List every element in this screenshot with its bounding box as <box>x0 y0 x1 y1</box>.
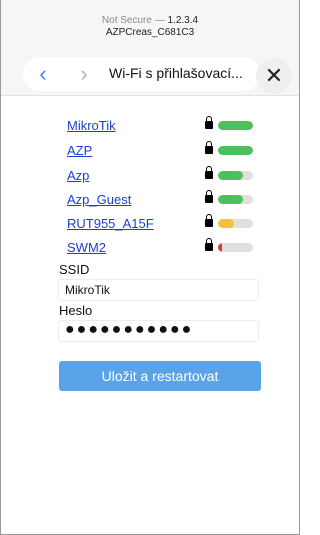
network-name[interactable]: SWM2 <box>67 240 106 256</box>
network-name[interactable]: MikroTik <box>67 118 116 134</box>
lock-icon <box>205 238 213 251</box>
chevron-right-icon[interactable]: › <box>72 60 96 88</box>
signal-bar <box>218 146 253 155</box>
signal-bar <box>218 171 253 180</box>
lock-icon <box>205 116 213 129</box>
lock-icon <box>205 166 213 179</box>
signal-fill <box>218 121 253 130</box>
save-restart-button[interactable]: Uložit a restartovat <box>59 361 261 391</box>
network-item[interactable]: Azp_Guest <box>67 190 267 210</box>
address-bar[interactable]: Not Secure — 1.2.3.4 <box>1 15 299 27</box>
tab-title: Wi-Fi s přihlašovací... <box>109 65 243 81</box>
network-item[interactable]: AZP <box>67 141 267 161</box>
signal-bar <box>218 243 253 252</box>
ssid-input[interactable]: MikroTik <box>58 279 259 301</box>
network-name[interactable]: Azp_Guest <box>67 192 131 208</box>
security-label: Not Secure — <box>101 15 165 26</box>
signal-bar <box>218 219 253 228</box>
network-item[interactable]: RUT955_A15F <box>67 214 267 234</box>
lock-icon <box>205 141 213 154</box>
browser-frame: Not Secure — 1.2.3.4 AZPCreas_C681C3 ‹ ›… <box>0 0 300 535</box>
network-item[interactable]: SWM2 <box>67 238 267 258</box>
signal-bar <box>218 195 253 204</box>
network-item[interactable]: Azp <box>67 166 267 186</box>
signal-fill <box>218 219 234 228</box>
network-item[interactable]: MikroTik <box>67 116 267 136</box>
network-name[interactable]: Azp <box>67 168 89 184</box>
signal-fill <box>218 146 253 155</box>
lock-icon <box>205 214 213 227</box>
password-input[interactable]: ●●●●●●●●●●● <box>58 320 259 342</box>
network-name[interactable]: RUT955_A15F <box>67 216 154 232</box>
signal-fill <box>218 195 243 204</box>
signal-fill <box>218 243 222 252</box>
network-name[interactable]: AZP <box>67 143 92 159</box>
ssid-label: SSID <box>59 262 90 277</box>
lock-icon <box>205 190 213 203</box>
signal-bar <box>218 121 253 130</box>
password-label: Heslo <box>59 303 93 318</box>
close-icon[interactable]: ✕ <box>256 58 292 94</box>
host-text: 1.2.3.4 <box>167 15 199 26</box>
browser-toolbar: Not Secure — 1.2.3.4 AZPCreas_C681C3 ‹ ›… <box>1 0 299 96</box>
signal-fill <box>218 171 243 180</box>
chevron-left-icon[interactable]: ‹ <box>31 60 55 88</box>
page-subtitle: AZPCreas_C681C3 <box>105 27 195 38</box>
